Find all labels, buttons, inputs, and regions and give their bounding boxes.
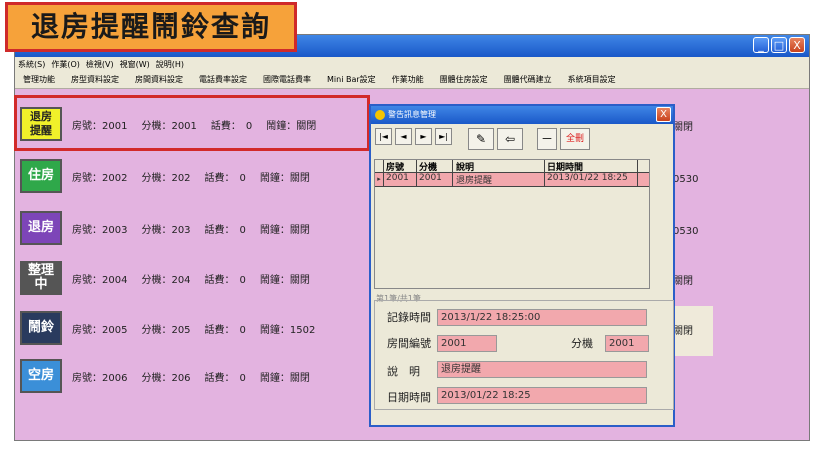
ext-label: 分機 xyxy=(571,337,593,350)
close-button[interactable]: X xyxy=(789,37,805,53)
exit-icon[interactable]: ⇦ xyxy=(497,128,523,150)
table-header: 房號 分機 說明 日期時間 xyxy=(375,160,649,173)
room-room: 房號：2004 xyxy=(72,274,128,286)
menu-operation[interactable]: 作業(O) xyxy=(48,57,83,72)
detail-form: 記錄時間 2013/1/22 18:25:00 房間編號 2001 分機 200… xyxy=(374,300,674,410)
room-ext: 分機：203 xyxy=(141,224,191,236)
toolbar-item-operations[interactable]: 作業功能 xyxy=(384,72,432,88)
room-status-badge[interactable]: 整理中 xyxy=(20,261,62,295)
first-record-button[interactable]: |◄ xyxy=(375,128,392,145)
room-alarm: 鬧鐘：關閉 xyxy=(259,224,310,236)
room-alarm: 鬧鐘：關閉 xyxy=(259,372,310,384)
room-status-badge[interactable]: 空房 xyxy=(20,359,62,393)
room-row[interactable]: 鬧鈴 房號：2005 分機：205 話費： 0 鬧鐘：1502 xyxy=(14,308,374,348)
room-ext: 分機：204 xyxy=(141,274,191,286)
header-ext: 分機 xyxy=(417,160,453,173)
menu-help[interactable]: 說明(H) xyxy=(153,57,187,72)
room-fee: 話費： 0 xyxy=(204,224,246,236)
record-time-field[interactable]: 2013/1/22 18:25:00 xyxy=(437,309,647,326)
dialog-close-button[interactable]: X xyxy=(656,107,671,122)
toolbar-item-room-type[interactable]: 房型資料設定 xyxy=(63,72,127,88)
highlight-frame xyxy=(14,95,370,151)
room-row[interactable]: 住房 房號：2002 分機：202 話費： 0 鬧鐘：關閉 xyxy=(14,156,374,196)
cell-room: 2001 xyxy=(384,173,417,186)
room-alarm: 鬧鐘：1502 xyxy=(259,324,316,336)
room-fee: 話費： 0 xyxy=(204,172,246,184)
header-room: 房號 xyxy=(384,160,417,173)
datetime-label: 日期時間 xyxy=(387,391,431,404)
next-record-button[interactable]: ► xyxy=(415,128,432,145)
room-row[interactable]: 退房 房號：2003 分機：203 話費： 0 鬧鐘：關閉 xyxy=(14,208,374,248)
room-fee: 話費： 0 xyxy=(204,274,246,286)
room-alarm: 鬧鐘：關閉 xyxy=(259,172,310,184)
menu-window[interactable]: 視窗(W) xyxy=(117,57,153,72)
room-info: 房號：2004 分機：204 話費： 0 鬧鐘：關閉 xyxy=(72,271,324,286)
record-navigator: |◄ ◄ ► ►| ✎ ⇦ － 全刪 xyxy=(375,128,590,150)
room-number-label: 房間編號 xyxy=(387,337,431,350)
prev-record-button[interactable]: ◄ xyxy=(395,128,412,145)
ext-field[interactable]: 2001 xyxy=(605,335,649,352)
header-desc: 說明 xyxy=(453,160,545,173)
room-row[interactable]: 空房 房號：2006 分機：206 話費： 0 鬧鐘：關閉 xyxy=(14,356,374,396)
menu-bar: 系統(S) 作業(O) 檢視(V) 視窗(W) 說明(H) xyxy=(15,57,809,72)
toolbar-item-room-data[interactable]: 房間資料設定 xyxy=(127,72,191,88)
room-room: 房號：2006 xyxy=(72,372,128,384)
room-info: 房號：2005 分機：205 話費： 0 鬧鐘：1502 xyxy=(72,321,329,336)
function-toolbar: 管理功能 房型資料設定 房間資料設定 電話費率設定 國際電話費率 Mini Ba… xyxy=(15,72,809,89)
dialog-title-bar: 警告訊息管理 xyxy=(371,106,673,124)
toolbar-item-group-stay[interactable]: 團體住房設定 xyxy=(432,72,496,88)
delete-all-button[interactable]: 全刪 xyxy=(560,128,590,150)
table-row[interactable]: ▸ 2001 2001 退房提醒 2013/01/22 18:25 xyxy=(375,173,649,187)
header-datetime: 日期時間 xyxy=(545,160,638,173)
toolbar-item-minibar[interactable]: Mini Bar設定 xyxy=(319,72,384,88)
room-ext: 分機：206 xyxy=(141,372,191,384)
room-number-field[interactable]: 2001 xyxy=(437,335,497,352)
menu-system[interactable]: 系統(S) xyxy=(15,57,48,72)
last-record-button[interactable]: ►| xyxy=(435,128,452,145)
warning-icon xyxy=(375,110,385,120)
room-ext: 分機：205 xyxy=(141,324,191,336)
room-room: 房號：2005 xyxy=(72,324,128,336)
room-room: 房號：2003 xyxy=(72,224,128,236)
room-info: 房號：2006 分機：206 話費： 0 鬧鐘：關閉 xyxy=(72,369,324,384)
alert-table: 房號 分機 說明 日期時間 ▸ 2001 2001 退房提醒 2013/01/2… xyxy=(374,159,650,289)
room-alarm: 鬧鐘：關閉 xyxy=(259,274,310,286)
room-room: 房號：2002 xyxy=(72,172,128,184)
record-time-label: 記錄時間 xyxy=(387,311,431,324)
dialog-title: 警告訊息管理 xyxy=(388,110,436,119)
edit-icon[interactable]: ✎ xyxy=(468,128,494,150)
cell-ext: 2001 xyxy=(417,173,453,186)
desc-label: 說 明 xyxy=(387,365,420,378)
room-status-badge[interactable]: 住房 xyxy=(20,159,62,193)
desc-field[interactable]: 退房提醒 xyxy=(437,361,647,378)
maximize-button[interactable]: □ xyxy=(771,37,787,53)
menu-view[interactable]: 檢視(V) xyxy=(83,57,117,72)
row-marker-icon: ▸ xyxy=(375,173,384,186)
alert-manager-dialog: 警告訊息管理 X |◄ ◄ ► ►| ✎ ⇦ － 全刪 房號 分機 說明 日期時… xyxy=(369,104,675,427)
toolbar-item-intl-rate[interactable]: 國際電話費率 xyxy=(255,72,319,88)
page-title-banner: 退房提醒鬧鈴查詢 xyxy=(5,2,297,52)
room-status-badge[interactable]: 鬧鈴 xyxy=(20,311,62,345)
toolbar-item-system-items[interactable]: 系統項目設定 xyxy=(560,72,624,88)
cell-desc: 退房提醒 xyxy=(453,173,545,186)
room-fee: 話費： 0 xyxy=(204,372,246,384)
minimize-button[interactable]: _ xyxy=(753,37,769,53)
toolbar-item-management[interactable]: 管理功能 xyxy=(15,72,63,88)
datetime-field[interactable]: 2013/01/22 18:25 xyxy=(437,387,647,404)
room-info: 房號：2003 分機：203 話費： 0 鬧鐘：關閉 xyxy=(72,221,324,236)
room-fee: 話費： 0 xyxy=(204,324,246,336)
room-status-badge[interactable]: 退房 xyxy=(20,211,62,245)
room-ext: 分機：202 xyxy=(141,172,191,184)
cell-datetime: 2013/01/22 18:25 xyxy=(545,173,638,186)
room-info: 房號：2002 分機：202 話費： 0 鬧鐘：關閉 xyxy=(72,169,324,184)
room-row[interactable]: 整理中 房號：2004 分機：204 話費： 0 鬧鐘：關閉 xyxy=(14,258,374,298)
toolbar-item-group-code[interactable]: 團體代碼建立 xyxy=(496,72,560,88)
remove-icon[interactable]: － xyxy=(537,128,557,150)
toolbar-item-phone-rate[interactable]: 電話費率設定 xyxy=(191,72,255,88)
